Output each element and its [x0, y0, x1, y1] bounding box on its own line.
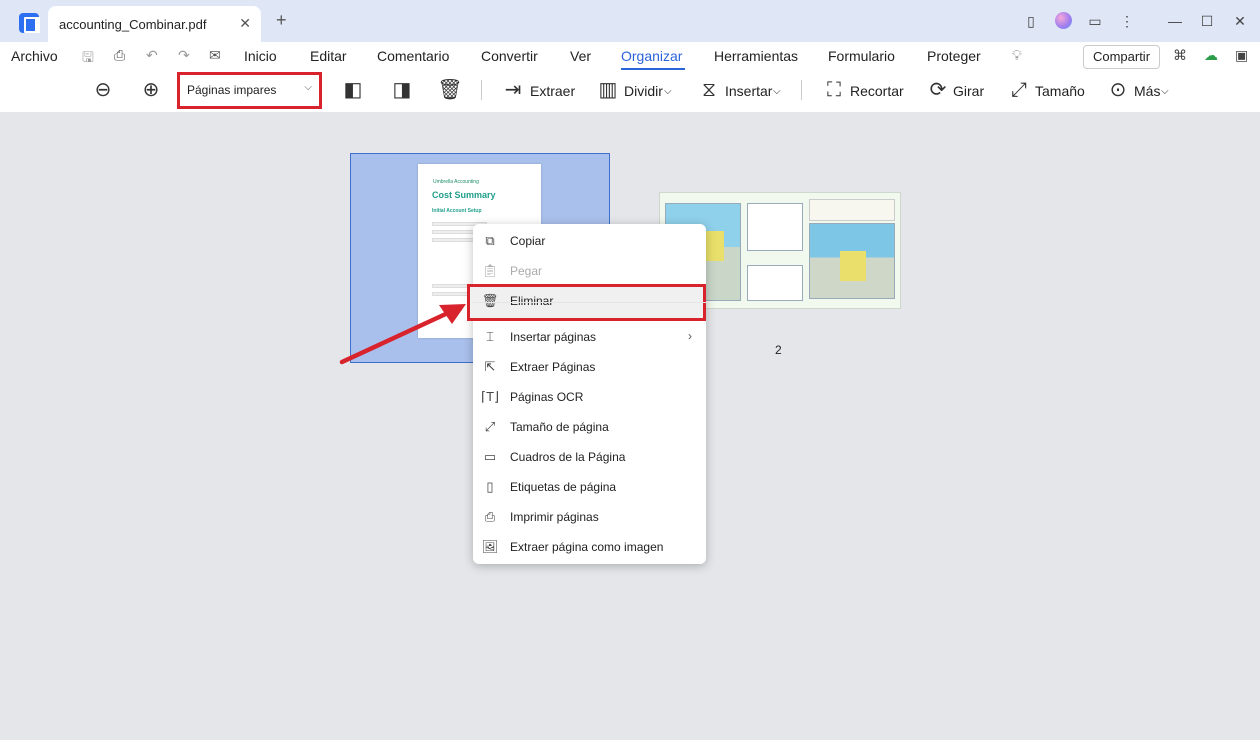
rotate-right-icon[interactable]: ◨ [389, 77, 415, 103]
new-tab-button[interactable]: + [276, 11, 287, 29]
menu-inicio[interactable]: Inicio [244, 48, 277, 64]
annotation-arrow-icon [339, 304, 466, 365]
menu-comentario[interactable]: Comentario [377, 48, 449, 64]
menu-convertir[interactable]: Convertir [481, 48, 538, 64]
undo-icon[interactable]: ↶ [146, 47, 158, 64]
page-2-diagram-panel [747, 265, 803, 301]
page-1-brand: Umbrella Accounting [433, 179, 479, 185]
page-filter-select[interactable]: Páginas impares ⌵ [180, 78, 318, 102]
page-size-icon: ⤢ [484, 419, 496, 434]
mail-icon[interactable]: ✉ [209, 47, 221, 64]
menu-ver[interactable]: Ver [570, 48, 591, 64]
menu-proteger[interactable]: Proteger [927, 48, 981, 64]
context-item-extract-pages[interactable]: ⇱ Extraer Páginas [473, 352, 706, 382]
ocr-icon: ⌈T⌋ [481, 389, 500, 404]
context-item-label: Páginas OCR [510, 390, 584, 404]
menu-herramientas[interactable]: Herramientas [714, 48, 798, 64]
context-menu-divider [473, 302, 706, 303]
size-button[interactable]: Tamaño [1035, 83, 1085, 99]
split-chevron-icon[interactable]: ⌵ [664, 86, 672, 97]
context-menu-lower: ⌶ Insertar páginas › ⇱ Extraer Páginas ⌈… [473, 224, 706, 564]
minimize-icon[interactable]: — [1166, 12, 1184, 30]
context-item-label: Imprimir páginas [510, 510, 599, 524]
more-vertical-icon[interactable]: ⋮ [1118, 12, 1136, 30]
context-item-label: Cuadros de la Página [510, 450, 626, 464]
context-item-extract-image[interactable]: 🖼︎ Extraer página como imagen [473, 532, 706, 562]
page-size-icon[interactable]: ⤢ [1006, 77, 1032, 103]
app-logo-icon [19, 13, 40, 33]
crop-button[interactable]: Recortar [850, 83, 904, 99]
more-icon[interactable]: ⊙ [1105, 77, 1131, 103]
close-window-icon[interactable]: ✕ [1231, 12, 1249, 30]
insert-icon[interactable]: ⧖ [696, 77, 722, 103]
extract-pages-icon: ⇱ [484, 359, 496, 374]
chevron-down-icon: ⌵ [304, 82, 312, 93]
context-item-ocr[interactable]: ⌈T⌋ Páginas OCR [473, 382, 706, 412]
active-menu-underline [621, 68, 685, 70]
toolbar-divider [481, 80, 482, 100]
extract-button[interactable]: Extraer [530, 83, 575, 99]
delete-page-icon[interactable]: 🗑︎ [437, 77, 463, 103]
menu-editar[interactable]: Editar [310, 48, 347, 64]
share-button[interactable]: Compartir [1083, 45, 1160, 69]
context-item-page-labels[interactable]: ▯ Etiquetas de página [473, 472, 706, 502]
context-item-label: Etiquetas de página [510, 480, 617, 494]
document-tab-title: accounting_Combinar.pdf [59, 17, 207, 32]
split-icon[interactable]: ▥ [595, 77, 621, 103]
more-chevron-icon[interactable]: ⌵ [1161, 86, 1169, 97]
maximize-icon[interactable]: ☐ [1198, 12, 1216, 30]
save-icon[interactable]: 🖫 [82, 47, 94, 71]
context-item-print-pages[interactable]: ⎙ Imprimir páginas [473, 502, 706, 532]
reader-mode-icon[interactable]: ▯ [1022, 12, 1040, 30]
context-item-label: Insertar páginas [510, 330, 597, 344]
context-item-label: Extraer Páginas [510, 360, 596, 374]
cloud-sync-icon[interactable]: ☁ [1204, 47, 1218, 64]
rotate-button[interactable]: Girar [953, 83, 984, 99]
close-tab-icon[interactable]: ✕ [239, 15, 251, 32]
page-2-number: 2 [775, 343, 782, 357]
lightbulb-icon[interactable]: 💡︎ [1012, 47, 1022, 64]
feedback-icon[interactable]: ▭ [1086, 12, 1104, 30]
page-2-house-image [840, 251, 866, 281]
document-tab[interactable]: accounting_Combinar.pdf ✕ [48, 6, 261, 42]
print-icon[interactable]: ⎙ [114, 47, 125, 64]
rotate-left-icon[interactable]: ◧ [340, 77, 366, 103]
print-icon: ⎙ [484, 509, 496, 524]
workflow-icon[interactable]: ⌘ [1173, 47, 1187, 64]
submenu-arrow-icon: › [688, 329, 692, 343]
toolbar-divider [801, 80, 802, 100]
image-icon: 🖼︎ [481, 539, 499, 554]
page-2-text-panel [809, 199, 895, 221]
insert-pages-icon: ⌶ [486, 329, 494, 344]
avatar[interactable] [1055, 12, 1072, 29]
crop-icon[interactable]: ⛶ [821, 77, 847, 103]
page-boxes-icon: ▭ [483, 449, 497, 464]
menu-organizar[interactable]: Organizar [621, 48, 682, 64]
page-2-diagram-panel [747, 203, 803, 251]
extract-icon[interactable]: ⇥ [500, 77, 526, 103]
page-1-title: Cost Summary [432, 190, 496, 200]
insert-chevron-icon[interactable]: ⌵ [773, 86, 781, 97]
context-item-page-size[interactable]: ⤢ Tamaño de página [473, 412, 706, 442]
context-item-insert-pages[interactable]: ⌶ Insertar páginas › [473, 322, 706, 352]
zoom-out-icon[interactable]: ⊖ [90, 77, 116, 103]
context-item-label: Extraer página como imagen [510, 540, 664, 554]
rotate-icon[interactable]: ⟳ [925, 77, 951, 103]
insert-button[interactable]: Insertar [725, 83, 772, 99]
menu-archivo[interactable]: Archivo [11, 48, 58, 64]
redo-icon[interactable]: ↷ [178, 47, 190, 64]
split-button[interactable]: Dividir [624, 83, 663, 99]
page-labels-icon: ▯ [486, 479, 494, 494]
page-1-subtitle: Initial Account Setup [432, 208, 482, 214]
more-button[interactable]: Más [1134, 83, 1160, 99]
zoom-in-icon[interactable]: ⊕ [138, 77, 164, 103]
page-filter-value: Páginas impares [187, 83, 277, 97]
context-item-page-boxes[interactable]: ▭ Cuadros de la Página [473, 442, 706, 472]
menu-formulario[interactable]: Formulario [828, 48, 895, 64]
context-item-label: Tamaño de página [510, 420, 609, 434]
title-bar: accounting_Combinar.pdf ✕ + ▯ ▭ ⋮ — ☐ ✕ [0, 0, 1260, 42]
sidebar-toggle-icon[interactable]: ▣ [1235, 47, 1248, 64]
